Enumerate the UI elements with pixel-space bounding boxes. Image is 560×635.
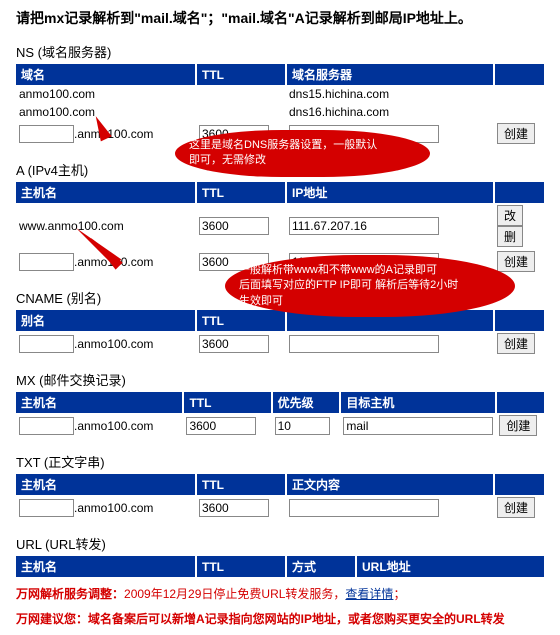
txt-ttl-input[interactable] (199, 499, 269, 517)
footer-link[interactable]: 查看详情 (345, 587, 393, 601)
ns-server-cell: dns16.hichina.com (286, 103, 494, 121)
a-header-ttl: TTL (196, 182, 286, 203)
cname-input-row: .anmo100.com 创建 (16, 331, 544, 356)
cname-header-row: 别名 TTL (16, 310, 544, 331)
url-header-url: URL地址 (356, 556, 544, 577)
ns-domain-cell: anmo100.com (16, 103, 196, 121)
mx-create-button[interactable]: 创建 (499, 415, 537, 436)
cname-header-alias: 别名 (16, 310, 196, 331)
mx-header-row: 主机名 TTL 优先级 目标主机 (16, 392, 544, 413)
a-header-row: 主机名 TTL IP地址 (16, 182, 544, 203)
ns-header-domain: 域名 (16, 64, 196, 85)
txt-header-ttl: TTL (196, 474, 286, 495)
txt-input-row: .anmo100.com 创建 (16, 495, 544, 520)
a-header-ip: IP地址 (286, 182, 494, 203)
ns-server-cell: dns15.hichina.com (286, 85, 494, 103)
a-ip-input-existing[interactable] (289, 217, 439, 235)
a-header-host: 主机名 (16, 182, 196, 203)
callout-line: 生效即可 (239, 294, 501, 309)
txt-header-row: 主机名 TTL 正文内容 (16, 474, 544, 495)
cname-header-ttl: TTL (196, 310, 286, 331)
mx-suffix: .anmo100.com (74, 419, 153, 433)
mx-header-blank (496, 392, 544, 413)
mx-header-ttl: TTL (183, 392, 271, 413)
url-header-method: 方式 (286, 556, 356, 577)
footer-warning-1a: 万网解析服务调整： (16, 587, 124, 601)
mx-table: 主机名 TTL 优先级 目标主机 .anmo100.com 创建 (16, 392, 544, 438)
mx-target-input[interactable] (343, 417, 493, 435)
cname-table: 别名 TTL .anmo100.com 创建 (16, 310, 544, 356)
mx-header-target: 目标主机 (340, 392, 496, 413)
ns-header-ttl: TTL (196, 64, 286, 85)
callout-line: 一般解析带www和不带www的A记录即可 (239, 263, 501, 278)
table-row: anmo100.com dns15.hichina.com (16, 85, 544, 103)
footer-semicolon: ； (393, 587, 405, 601)
cname-suffix: .anmo100.com (74, 337, 153, 351)
callout-a-record-note: 一般解析带www和不带www的A记录即可 后面填写对应的FTP IP即可 解析后… (225, 255, 515, 317)
page-instruction: 请把mx记录解析到"mail.域名"；"mail.域名"A记录解析到邮局IP地址… (16, 8, 544, 28)
cname-create-button[interactable]: 创建 (497, 333, 535, 354)
cname-header-blank2 (494, 310, 544, 331)
footer-warning-1: 万网解析服务调整：2009年12月29日停止免费URL转发服务，查看详情； (16, 585, 544, 602)
callout-line: 即可，无需修改 (189, 153, 416, 168)
callout-dns-note: 这里是域名DNS服务器设置，一般默认 即可，无需修改 (175, 130, 430, 177)
txt-content-input[interactable] (289, 499, 439, 517)
mx-header-host: 主机名 (16, 392, 183, 413)
url-header-row: 主机名 TTL 方式 URL地址 (16, 556, 544, 577)
mx-header-pri: 优先级 (272, 392, 341, 413)
ns-header-server: 域名服务器 (286, 64, 494, 85)
cname-alias-input[interactable] (19, 335, 74, 353)
ns-create-button[interactable]: 创建 (497, 123, 535, 144)
mx-input-row: .anmo100.com 创建 (16, 413, 544, 438)
ns-header-row: 域名 TTL 域名服务器 (16, 64, 544, 85)
footer-warning-2: 万网建议您：域名备案后可以新增A记录指向您网站的IP地址，或者您购买更安全的UR… (16, 610, 544, 627)
callout-line: 后面填写对应的FTP IP即可 解析后等待2小时 (239, 278, 501, 293)
a-host-cell: www.anmo100.com (16, 203, 196, 249)
url-header-ttl: TTL (196, 556, 286, 577)
txt-table: 主机名 TTL 正文内容 .anmo100.com 创建 (16, 474, 544, 520)
txt-host-input[interactable] (19, 499, 74, 517)
txt-header-content: 正文内容 (286, 474, 494, 495)
txt-header-blank (494, 474, 544, 495)
a-ttl-input-existing[interactable] (199, 217, 269, 235)
url-section-title: URL (URL转发) (16, 534, 544, 553)
mx-section-title: MX (邮件交换记录) (16, 370, 544, 389)
mx-host-input[interactable] (19, 417, 74, 435)
txt-section-title: TXT (正文字串) (16, 452, 544, 471)
ns-domain-cell: anmo100.com (16, 85, 196, 103)
ns-suffix: .anmo100.com (74, 127, 153, 141)
cname-target-input[interactable] (289, 335, 439, 353)
a-modify-button[interactable]: 改 (497, 205, 523, 226)
a-delete-button[interactable]: 删 (497, 226, 523, 247)
txt-header-host: 主机名 (16, 474, 196, 495)
callout-line: 这里是域名DNS服务器设置，一般默认 (189, 138, 416, 153)
mx-ttl-input[interactable] (186, 417, 256, 435)
a-header-blank (494, 182, 544, 203)
a-create-button[interactable]: 创建 (497, 251, 535, 272)
ns-host-input[interactable] (19, 125, 74, 143)
a-host-input[interactable] (19, 253, 74, 271)
url-table: 主机名 TTL 方式 URL地址 (16, 556, 544, 577)
mx-pri-input[interactable] (275, 417, 330, 435)
txt-suffix: .anmo100.com (74, 501, 153, 515)
cname-ttl-input[interactable] (199, 335, 269, 353)
ns-header-blank (494, 64, 544, 85)
txt-create-button[interactable]: 创建 (497, 497, 535, 518)
footer-warning-1b: 2009年12月29日停止免费URL转发服务， (124, 587, 345, 601)
ns-section-title: NS (域名服务器) (16, 42, 544, 61)
url-header-host: 主机名 (16, 556, 196, 577)
